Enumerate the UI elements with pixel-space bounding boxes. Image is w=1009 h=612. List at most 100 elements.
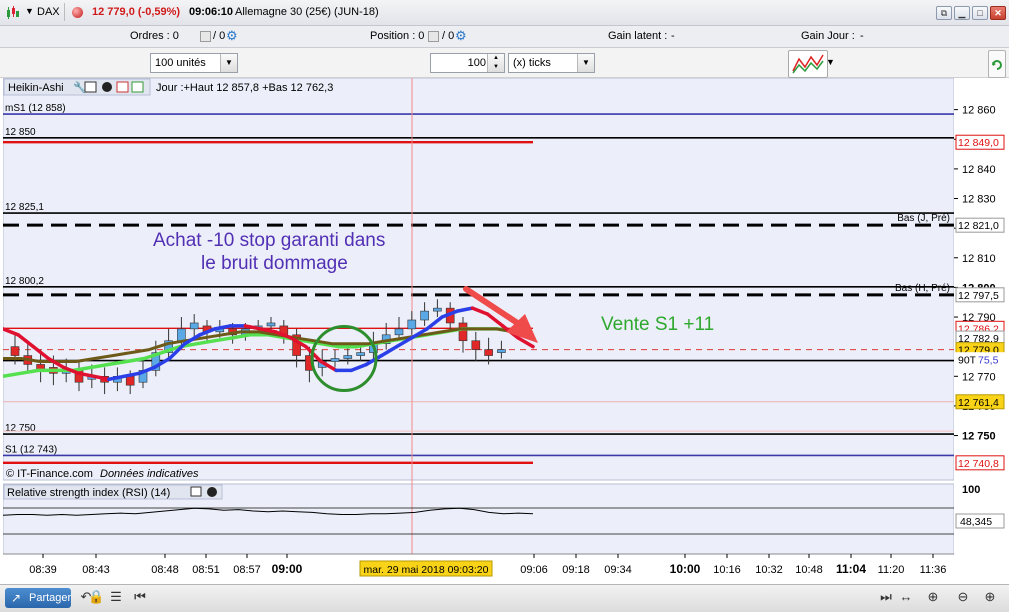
candle-body xyxy=(125,375,135,386)
price-tag-label: 90T xyxy=(958,355,977,367)
price-chart[interactable]: Heikin-Ashi Jour :+Haut 12 857,8 +Bas 12 … xyxy=(1,77,1006,584)
annotation-buy: Achat -10 stop garanti dans xyxy=(153,230,385,251)
level-label: 12 800,2 xyxy=(5,276,44,287)
candle-body xyxy=(497,349,506,353)
orders-checkbox-icon[interactable] xyxy=(200,31,211,42)
position-label: Position : 0 xyxy=(370,30,425,42)
orders-settings-icon[interactable]: ⚙ xyxy=(226,28,238,44)
candle-body xyxy=(407,319,417,330)
list-icon[interactable]: ☰ xyxy=(108,589,124,605)
chart-tools-dropdown-icon[interactable]: ▼ xyxy=(826,57,835,67)
position-settings-icon[interactable]: ⚙ xyxy=(455,28,467,44)
rsi-title: Relative strength index (RSI) (14) xyxy=(7,487,170,499)
panel-info: Jour :+Haut 12 857,8 +Bas 12 762,3 xyxy=(156,82,333,94)
x-tick-label: 11:36 xyxy=(920,564,947,576)
candle-body xyxy=(356,352,365,356)
zoom-fit-icon[interactable]: ⊕ xyxy=(925,589,941,605)
share-label: Partager xyxy=(29,592,72,604)
candle-body xyxy=(266,322,276,327)
candle-body xyxy=(484,349,493,356)
detach-window-icon[interactable]: ⧉ xyxy=(936,6,952,20)
price-change: 12 779,0 (-0,59%) xyxy=(92,6,181,18)
orders-count: / 0 xyxy=(213,30,226,42)
share-icon: ↗ xyxy=(11,591,22,605)
rsi-window-icon[interactable] xyxy=(190,486,202,497)
position-checkbox-icon[interactable] xyxy=(428,31,439,42)
day-gain-label: Gain Jour : xyxy=(801,30,855,42)
zoom-in-icon[interactable]: ⊕ xyxy=(982,589,998,605)
lock-icon[interactable]: 🔒 xyxy=(88,589,104,605)
price-tag-label: 12 761,4 xyxy=(958,397,999,409)
symbol-dropdown-icon[interactable]: ▼ xyxy=(25,6,34,16)
right-level-label: Bas (J, Pré) xyxy=(897,213,950,224)
chevron-down-icon[interactable]: ▼ xyxy=(220,54,237,72)
price-tag-label: 75,5 xyxy=(978,355,999,367)
x-tick-label: 10:32 xyxy=(755,564,783,576)
x-tick-label: 10:00 xyxy=(670,562,701,576)
x-tick-label: 10:48 xyxy=(795,564,823,576)
chevron-down-icon[interactable]: ▼ xyxy=(577,54,594,72)
last-page-icon[interactable]: ⏭ xyxy=(878,589,894,605)
cursor-time-label: mar. 29 mai 2018 09:03:20 xyxy=(364,564,489,576)
y-tick-label: 12 810 xyxy=(962,253,996,265)
share-button[interactable]: ↗ Partager xyxy=(5,588,71,608)
right-level-label: Bas (H, Pré) xyxy=(895,283,950,294)
candle-body xyxy=(177,328,186,342)
move-down-icon[interactable] xyxy=(116,81,129,93)
symbol-label[interactable]: DAX xyxy=(37,6,60,18)
y-tick-label: 12 750 xyxy=(962,431,996,443)
ticks-stepper[interactable]: 100 ▲ ▼ xyxy=(430,53,505,73)
candle-body xyxy=(189,322,199,330)
y-tick-label: 12 860 xyxy=(962,105,996,117)
x-tick-label: 09:18 xyxy=(562,564,590,576)
instrument-name: Allemagne 30 (25€) (JUN-18) xyxy=(235,6,379,18)
y-tick-label: 12 770 xyxy=(962,371,996,383)
x-tick-label: 09:34 xyxy=(604,564,632,576)
quantity-value: 100 unités xyxy=(155,57,206,69)
ticks-unit-select[interactable]: (x) ticks ▼ xyxy=(508,53,595,73)
position-count: / 0 xyxy=(442,30,455,42)
x-tick-label: 08:57 xyxy=(233,564,261,576)
x-tick-label: 08:43 xyxy=(82,564,110,576)
maximize-icon[interactable]: □ xyxy=(972,6,988,20)
candle-body xyxy=(420,310,429,321)
x-tick-label: 08:39 xyxy=(29,564,57,576)
candle-body xyxy=(330,358,340,362)
quantity-select[interactable]: 100 unités ▼ xyxy=(150,53,238,73)
price-tag-label: 12 797,5 xyxy=(958,290,999,302)
zoom-out-icon[interactable]: ⊖ xyxy=(955,589,971,605)
first-page-icon[interactable]: ⏮ xyxy=(132,589,148,605)
level-label: mS1 (12 858) xyxy=(5,103,66,114)
rsi-value-label: 48,345 xyxy=(960,516,992,528)
price-tag-label: 12 740,8 xyxy=(958,458,999,470)
candle-body xyxy=(394,328,404,336)
level-label: S1 (12 743) xyxy=(5,444,57,455)
side-panel-toggle[interactable] xyxy=(988,50,1006,78)
chart-area[interactable]: Heikin-Ashi Jour :+Haut 12 857,8 +Bas 12 … xyxy=(1,77,1006,584)
remove-icon[interactable] xyxy=(102,82,112,92)
range-icon[interactable]: ↔ xyxy=(898,589,914,605)
rsi-remove-icon[interactable] xyxy=(207,487,217,497)
level-label: 12 825,1 xyxy=(5,202,44,213)
latent-gain-value: - xyxy=(671,30,675,42)
window-icon[interactable] xyxy=(84,81,97,93)
minimize-icon[interactable]: ▁ xyxy=(954,6,970,20)
x-tick-label: 10:16 xyxy=(713,564,741,576)
annotation-buy-line2: le bruit dommage xyxy=(201,253,348,274)
orders-label: Ordres : 0 xyxy=(130,30,179,42)
chart-tools-button[interactable] xyxy=(788,50,828,78)
x-tick-label: 11:20 xyxy=(878,564,905,576)
refresh-icon xyxy=(992,60,1002,70)
indicator-chart-icon xyxy=(792,54,824,74)
watermark-disclaimer: Données indicatives xyxy=(100,468,199,480)
close-icon[interactable]: ✕ xyxy=(990,6,1006,20)
ticks-unit-value: (x) ticks xyxy=(513,57,551,69)
stepper-icon[interactable]: ▲ ▼ xyxy=(487,54,504,72)
x-tick-label: 09:00 xyxy=(272,562,303,576)
rsi-top-label: 100 xyxy=(962,484,980,496)
bottom-toolbar: ↗ Partager ↶ 🔒 ☰ ⏮ ⏭ ↔ ⊕ ⊖ ⊕ xyxy=(0,584,1009,612)
y-tick-label: 12 840 xyxy=(962,164,996,176)
move-up-icon[interactable] xyxy=(131,81,144,93)
title-bar: ▼ DAX 12 779,0 (-0,59%) 09:06:10 Allemag… xyxy=(0,0,1009,26)
level-label: 12 850 xyxy=(5,127,36,138)
